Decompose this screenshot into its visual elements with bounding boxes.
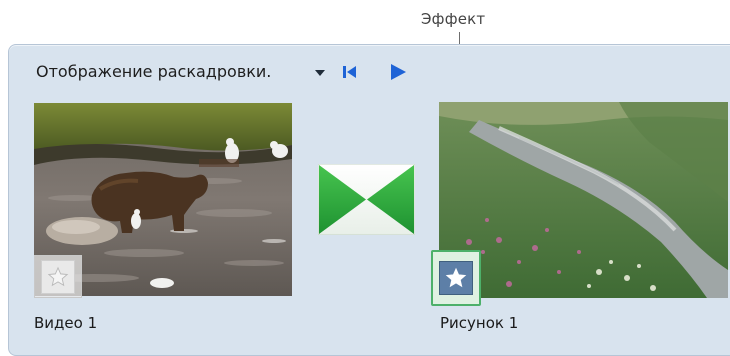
play-icon: [391, 64, 406, 80]
view-mode-dropdown-button[interactable]: [309, 62, 331, 82]
play-button[interactable]: [386, 61, 408, 81]
view-mode-label[interactable]: Отображение раскадровки.: [36, 62, 271, 81]
video-effect-button[interactable]: [34, 255, 82, 298]
photo-item-label: Рисунок 1: [440, 314, 519, 332]
skip-to-start-icon: [343, 66, 356, 78]
transition-icon: [317, 163, 416, 236]
effect-callout-label: Эффект: [421, 10, 486, 28]
star-icon: [47, 266, 69, 286]
star-icon: [445, 267, 467, 288]
chevron-down-icon: [315, 70, 325, 76]
go-to-start-button[interactable]: [339, 62, 361, 82]
meadow-stream-image: [439, 102, 728, 298]
video-item-label: Видео 1: [34, 314, 98, 332]
photo-thumbnail[interactable]: [439, 102, 728, 298]
transition-button[interactable]: [317, 163, 416, 236]
photo-effect-button[interactable]: [431, 250, 481, 306]
